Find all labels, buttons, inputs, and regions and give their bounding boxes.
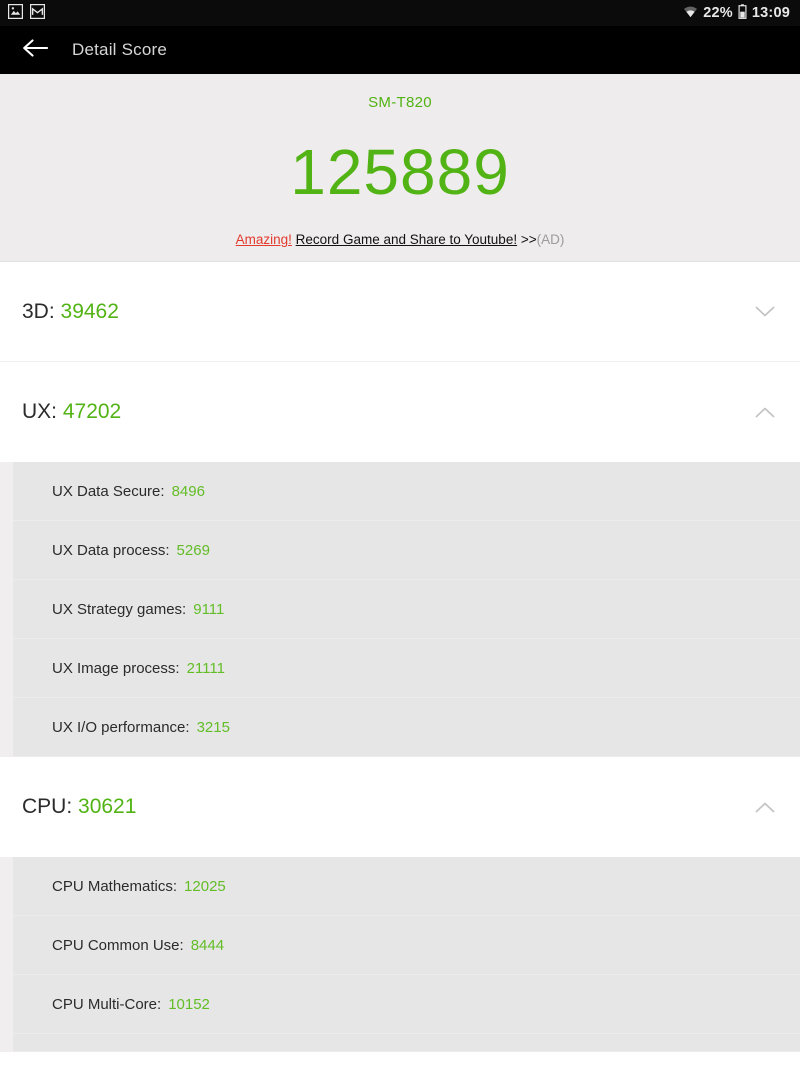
- section-label-ux: UX: 47202: [22, 400, 121, 424]
- sub-score-value: 8444: [190, 936, 225, 954]
- clock: 13:09: [751, 5, 790, 21]
- section-title-ux: UX:: [22, 400, 63, 423]
- battery-percent: 22%: [703, 5, 733, 21]
- ad-text[interactable]: Record Game and Share to Youtube!: [296, 232, 517, 247]
- sub-score-label: UX Image process:: [52, 659, 180, 677]
- wifi-icon: [683, 5, 698, 22]
- sub-scores-cpu: CPU Mathematics: 12025 CPU Common Use: 8444…: [0, 857, 800, 1052]
- chevron-up-icon[interactable]: [752, 399, 778, 425]
- total-score: 125889: [290, 136, 510, 208]
- sub-score-value: 10152: [168, 995, 210, 1013]
- section-title-3d: 3D:: [22, 299, 61, 323]
- sub-score-label: CPU Multi-Core:: [52, 995, 162, 1013]
- sub-scores-ux: UX Data Secure: 8496 UX Data process: 5269 U…: [0, 462, 800, 757]
- sub-score-row: UX Strategy games: 9111: [13, 580, 800, 639]
- sub-score-value: 8496: [171, 482, 205, 500]
- section-score-ux: 47202: [62, 400, 122, 423]
- chevron-up-icon[interactable]: [752, 794, 778, 820]
- sub-score-value: 5269: [176, 541, 210, 559]
- score-sections: 3D: 39462 UX: 47202 UX Data Secure: 8496 UX …: [0, 262, 800, 1052]
- status-bar-notifications: [7, 3, 46, 22]
- section-score-cpu: 30621: [78, 795, 137, 818]
- sub-score-row: CPU Mathematics: 12025: [13, 857, 800, 916]
- sub-score-value: 9111: [193, 600, 225, 618]
- ad-banner[interactable]: Amazing! Record Game and Share to Youtub…: [236, 232, 565, 247]
- sub-score-label: UX I/O performance:: [52, 718, 190, 736]
- back-arrow-icon: [22, 38, 49, 63]
- score-summary: SM-T820 125889 Amazing! Record Game and …: [0, 74, 800, 262]
- sub-score-label: CPU Common Use:: [52, 936, 184, 954]
- sub-score-label: UX Data process:: [52, 541, 170, 559]
- chevron-down-icon[interactable]: [752, 299, 778, 325]
- section-header-ux[interactable]: UX: 47202: [0, 362, 800, 462]
- sub-score-value: 12025: [184, 877, 226, 895]
- sub-score-row: UX Data Secure: 8496: [13, 462, 800, 521]
- sub-score-row: [13, 1034, 800, 1052]
- sub-score-row: CPU Multi-Core: 10152: [13, 975, 800, 1034]
- section-header-cpu[interactable]: CPU: 30621: [0, 757, 800, 857]
- image-icon: [7, 3, 24, 22]
- sub-score-label: CPU Mathematics:: [52, 877, 178, 895]
- ad-arrows: >>: [520, 232, 537, 247]
- page-title: Detail Score: [72, 40, 167, 59]
- ad-highlight[interactable]: Amazing!: [236, 232, 292, 247]
- section-label-3d: 3D: 39462: [22, 300, 119, 324]
- battery-icon: [738, 3, 747, 23]
- section-header-3d[interactable]: 3D: 39462: [0, 262, 800, 362]
- ad-tag: (AD): [536, 232, 565, 247]
- sub-score-value: 3215: [196, 718, 230, 736]
- gmail-icon: [29, 3, 46, 22]
- back-button[interactable]: [18, 33, 52, 67]
- sub-score-label: UX Strategy games:: [52, 600, 187, 618]
- status-bar: 22% 13:09: [0, 0, 800, 26]
- sub-score-row: UX Image process: 21111: [13, 639, 800, 698]
- sub-score-label: UX Data Secure:: [52, 482, 165, 500]
- section-title-cpu: CPU:: [22, 795, 79, 818]
- section-score-3d: 39462: [60, 299, 119, 323]
- sub-score-row: CPU Common Use: 8444: [13, 916, 800, 975]
- section-label-cpu: CPU: 30621: [22, 795, 136, 819]
- sub-score-row: UX Data process: 5269: [13, 521, 800, 580]
- sub-score-row: UX I/O performance: 3215: [13, 698, 800, 757]
- sub-score-value: 21111: [186, 659, 225, 677]
- app-bar: Detail Score: [0, 26, 800, 74]
- status-bar-system: 22% 13:09: [683, 3, 790, 23]
- device-model: SM-T820: [368, 94, 432, 111]
